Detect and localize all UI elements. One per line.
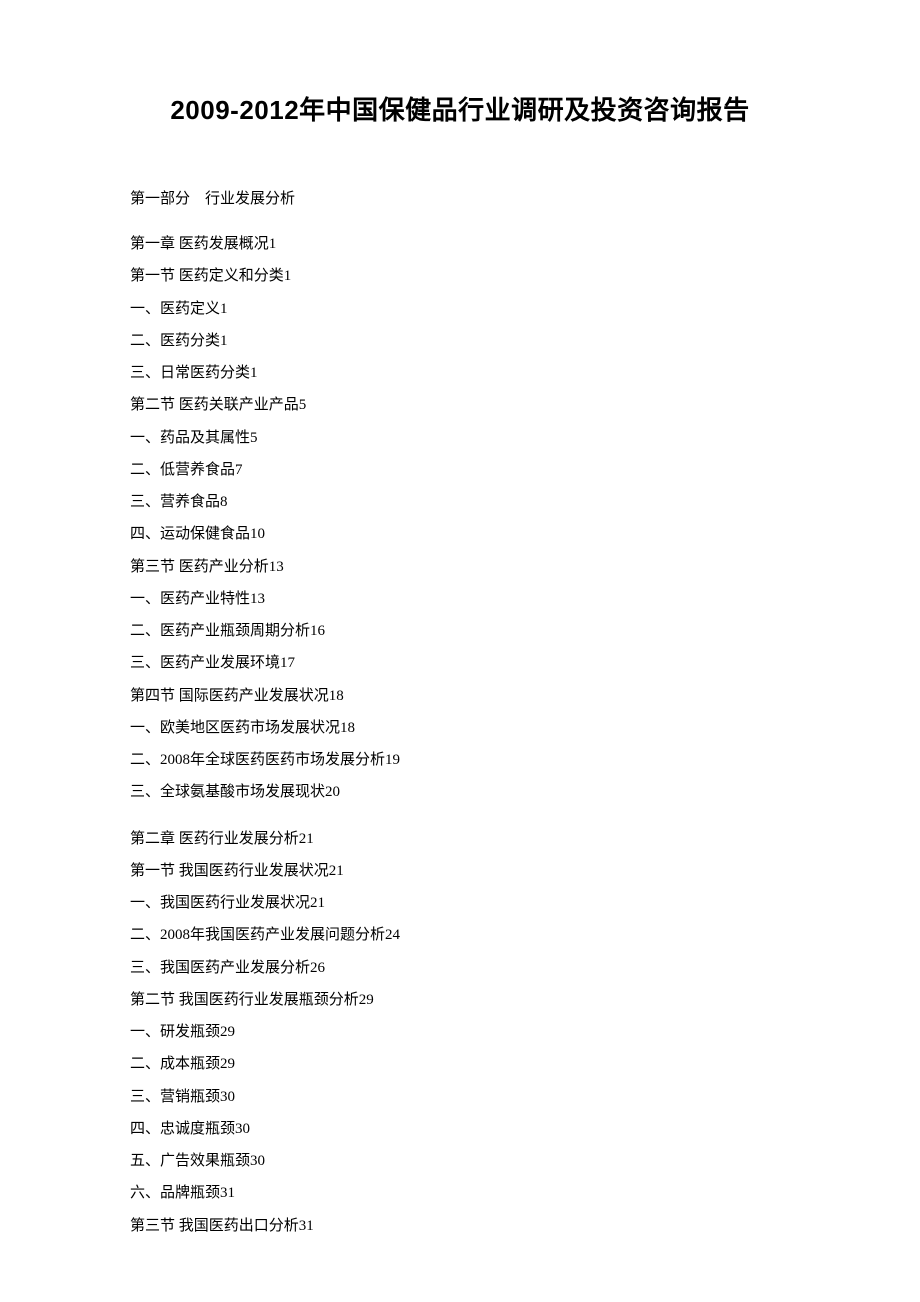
toc-entry: 三、营养食品8 xyxy=(130,486,790,518)
toc-entry: 第三节 我国医药出口分析31 xyxy=(130,1210,790,1242)
toc-entry: 二、成本瓶颈29 xyxy=(130,1048,790,1080)
document-page: 2009-2012年中国保健品行业调研及投资咨询报告 第一部分 行业发展分析 第… xyxy=(0,0,920,1302)
toc-entry: 三、全球氨基酸市场发展现状20 xyxy=(130,776,790,808)
table-of-contents: 第一章 医药发展概况1第一节 医药定义和分类1一、医药定义1二、医药分类1三、日… xyxy=(130,228,790,1242)
toc-entry: 第二章 医药行业发展分析21 xyxy=(130,823,790,855)
toc-entry: 三、日常医药分类1 xyxy=(130,357,790,389)
toc-entry: 二、2008年全球医药医药市场发展分析19 xyxy=(130,744,790,776)
toc-entry: 一、我国医药行业发展状况21 xyxy=(130,887,790,919)
toc-entry: 第二节 医药关联产业产品5 xyxy=(130,389,790,421)
toc-entry: 第一节 医药定义和分类1 xyxy=(130,260,790,292)
toc-entry: 一、研发瓶颈29 xyxy=(130,1016,790,1048)
toc-entry: 一、医药定义1 xyxy=(130,293,790,325)
part-heading: 第一部分 行业发展分析 xyxy=(130,187,790,208)
toc-entry: 二、低营养食品7 xyxy=(130,454,790,486)
toc-entry: 三、我国医药产业发展分析26 xyxy=(130,952,790,984)
toc-entry: 一、医药产业特性13 xyxy=(130,583,790,615)
toc-entry: 四、忠诚度瓶颈30 xyxy=(130,1113,790,1145)
toc-entry: 三、医药产业发展环境17 xyxy=(130,647,790,679)
toc-entry: 第四节 国际医药产业发展状况18 xyxy=(130,680,790,712)
toc-entry: 五、广告效果瓶颈30 xyxy=(130,1145,790,1177)
section-gap xyxy=(130,809,790,823)
toc-entry: 第一章 医药发展概况1 xyxy=(130,228,790,260)
toc-entry: 二、医药产业瓶颈周期分析16 xyxy=(130,615,790,647)
toc-entry: 三、营销瓶颈30 xyxy=(130,1081,790,1113)
toc-entry: 一、药品及其属性5 xyxy=(130,422,790,454)
toc-entry: 第一节 我国医药行业发展状况21 xyxy=(130,855,790,887)
toc-entry: 第二节 我国医药行业发展瓶颈分析29 xyxy=(130,984,790,1016)
toc-entry: 二、2008年我国医药产业发展问题分析24 xyxy=(130,919,790,951)
toc-entry: 第三节 医药产业分析13 xyxy=(130,551,790,583)
document-title: 2009-2012年中国保健品行业调研及投资咨询报告 xyxy=(130,90,790,127)
toc-entry: 四、运动保健食品10 xyxy=(130,518,790,550)
toc-entry: 二、医药分类1 xyxy=(130,325,790,357)
toc-entry: 一、欧美地区医药市场发展状况18 xyxy=(130,712,790,744)
toc-entry: 六、品牌瓶颈31 xyxy=(130,1177,790,1209)
